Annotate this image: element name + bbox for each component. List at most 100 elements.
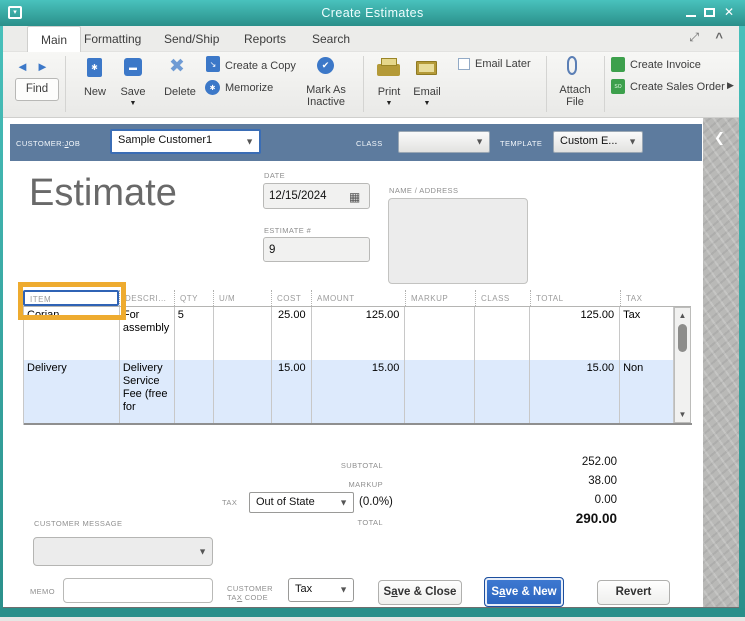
template-label: TEMPLATE <box>500 139 543 148</box>
chevron-down-icon: ▼ <box>339 584 348 595</box>
find-button[interactable]: Find <box>15 78 59 101</box>
system-menu-icon[interactable]: ▾ <box>8 6 22 19</box>
column-header-cost[interactable]: COST <box>271 290 311 306</box>
scroll-down-icon[interactable]: ▼ <box>675 410 690 419</box>
back-arrow-icon[interactable]: ◄ <box>16 60 29 74</box>
email-button[interactable]: Email <box>407 86 447 98</box>
name-address-label: NAME / ADDRESS <box>389 186 459 195</box>
total-value: 290.00 <box>575 511 617 526</box>
close-button[interactable]: ✕ <box>721 0 737 26</box>
print-button[interactable]: Print <box>369 86 409 98</box>
tab-send-ship[interactable]: Send/Ship <box>151 26 232 52</box>
maximize-button[interactable] <box>702 0 718 26</box>
cell-total[interactable]: 15.00 <box>530 360 621 423</box>
save-button[interactable]: Save <box>113 86 153 98</box>
template-value: Custom E... <box>560 135 618 147</box>
minimize-button[interactable] <box>683 0 699 26</box>
customer-job-label: CUSTOMER:JOB <box>16 139 81 148</box>
column-header-markup[interactable]: MARKUP <box>405 290 475 306</box>
memo-input[interactable] <box>63 578 213 603</box>
cell-markup[interactable] <box>405 307 476 360</box>
scroll-up-icon[interactable]: ▲ <box>675 311 690 320</box>
create-invoice-button[interactable]: Create Invoice <box>630 59 701 71</box>
calendar-icon[interactable]: ▦ <box>349 190 360 204</box>
mark-as-label: Mark As <box>306 84 346 96</box>
cell-markup[interactable] <box>405 360 476 423</box>
memorize-button[interactable]: Memorize <box>225 82 273 94</box>
cell-item[interactable]: Delivery <box>24 360 120 423</box>
create-sales-order-button[interactable]: Create Sales Order <box>630 81 725 93</box>
chevron-down-icon: ▼ <box>628 136 637 147</box>
ribbon-toolbar: ◄ ► Find ✱ New ▬ Save ▼ ✖ Delete ↘ Creat… <box>3 52 739 118</box>
tab-search[interactable]: Search <box>299 26 363 52</box>
column-header-tax[interactable]: TAX <box>620 290 691 306</box>
cell-amount[interactable]: 125.00 <box>312 307 406 360</box>
customer-job-dropdown[interactable]: Sample Customer1 ▼ <box>110 129 261 154</box>
customer-message-dropdown[interactable]: ▼ <box>33 537 213 566</box>
inactive-label: Inactive <box>307 96 345 108</box>
item-column-highlight <box>18 282 126 320</box>
column-header-amount[interactable]: AMOUNT <box>311 290 405 306</box>
cell-description[interactable]: For assembly <box>120 307 175 360</box>
create-copy-button[interactable]: Create a Copy <box>225 60 296 72</box>
toolbar-separator <box>65 56 66 112</box>
estimate-number-input[interactable] <box>263 237 370 262</box>
detach-window-icon[interactable]: ⤢ <box>689 30 699 45</box>
tax-dropdown[interactable]: Out of State ▼ <box>249 492 354 513</box>
revert-button[interactable]: Revert <box>597 580 670 605</box>
total-label: TOTAL <box>357 518 383 527</box>
cell-class[interactable] <box>475 360 531 423</box>
attach-file-button[interactable]: Attach File <box>551 84 599 108</box>
column-header-qty[interactable]: QTY <box>174 290 213 306</box>
cell-amount[interactable]: 15.00 <box>312 360 406 423</box>
template-dropdown[interactable]: Custom E... ▼ <box>553 131 643 153</box>
forward-arrow-icon[interactable]: ► <box>36 60 49 74</box>
tab-formatting[interactable]: Formatting <box>71 26 154 52</box>
collapsed-history-panel[interactable]: ❮ <box>703 118 739 608</box>
table-row: Delivery Delivery Service Fee (free for … <box>24 360 675 423</box>
customer-tax-code-value: Tax <box>295 583 313 595</box>
save-and-new-button[interactable]: Save & New <box>484 577 564 607</box>
new-icon: ✱ <box>87 58 102 77</box>
tab-reports[interactable]: Reports <box>231 26 299 52</box>
cell-qty[interactable]: 5 <box>175 307 214 360</box>
create-copy-icon: ↘ <box>206 56 220 72</box>
cell-cost[interactable]: 15.00 <box>272 360 312 423</box>
delete-button[interactable]: Delete <box>157 86 203 98</box>
cell-um[interactable] <box>214 360 272 423</box>
column-header-description[interactable]: DESCRI... <box>119 290 174 306</box>
email-later-checkbox[interactable] <box>458 58 470 70</box>
column-header-total[interactable]: TOTAL <box>530 290 620 306</box>
subtotal-value: 252.00 <box>581 456 617 468</box>
create-estimates-window: Create Estimates ▾ ✕ Main Formatting Sen… <box>0 0 745 621</box>
name-address-box[interactable] <box>388 198 528 284</box>
create-sales-order-icon: SO <box>611 79 625 94</box>
new-button[interactable]: New <box>75 86 115 98</box>
cell-description[interactable]: Delivery Service Fee (free for <box>120 360 175 423</box>
cell-tax[interactable]: Tax <box>620 307 675 360</box>
cell-um[interactable] <box>214 307 272 360</box>
toolbar-overflow-arrow[interactable]: ▶ <box>727 80 734 91</box>
date-label: DATE <box>264 171 286 180</box>
scrollbar-thumb[interactable] <box>678 324 687 352</box>
class-dropdown[interactable]: ▼ <box>398 131 490 153</box>
cell-qty[interactable] <box>175 360 214 423</box>
column-header-class[interactable]: CLASS <box>475 290 530 306</box>
window-bottom-border <box>0 608 745 617</box>
print-dropdown-arrow[interactable]: ▼ <box>369 100 409 107</box>
mark-inactive-icon: ✔ <box>317 57 334 74</box>
collapse-ribbon-icon[interactable]: ^ <box>715 30 723 45</box>
cell-class[interactable] <box>475 307 531 360</box>
save-and-close-button[interactable]: Save & Close <box>378 580 462 605</box>
estimate-heading: Estimate <box>29 172 177 214</box>
email-dropdown-arrow[interactable]: ▼ <box>407 100 447 107</box>
cell-total[interactable]: 125.00 <box>530 307 621 360</box>
save-dropdown-arrow[interactable]: ▼ <box>113 100 153 107</box>
cell-tax[interactable]: Non <box>620 360 675 423</box>
table-scrollbar[interactable]: ▲ ▼ <box>674 307 691 423</box>
cell-cost[interactable]: 25.00 <box>272 307 312 360</box>
customer-tax-code-label: CUSTOMER TAX CODE <box>227 584 273 602</box>
mark-as-inactive-button[interactable]: Mark As Inactive <box>299 84 353 108</box>
customer-tax-code-dropdown[interactable]: Tax ▼ <box>288 578 354 602</box>
column-header-um[interactable]: U/M <box>213 290 271 306</box>
